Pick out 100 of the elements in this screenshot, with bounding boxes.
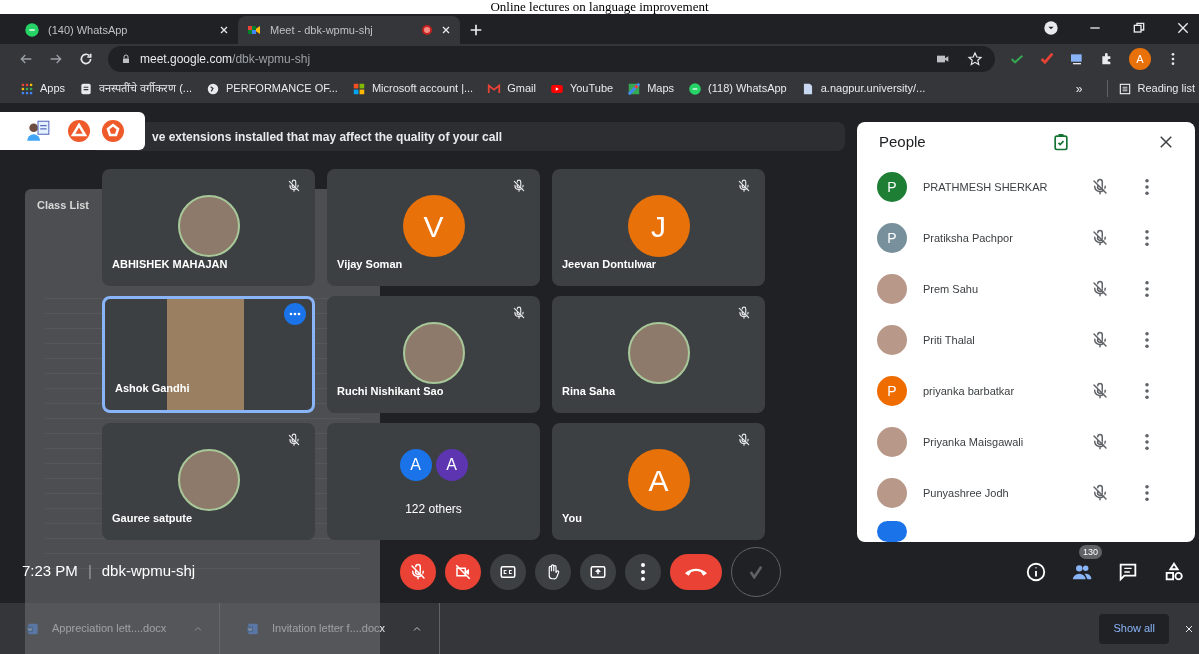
- bookmark-link[interactable]: Apps: [20, 80, 66, 97]
- more-icon[interactable]: [1145, 332, 1149, 349]
- avatar: P: [877, 172, 907, 203]
- participant-row[interactable]: P Pratiksha Pachpor: [857, 212, 1195, 264]
- participant-name: 122 others: [405, 501, 462, 518]
- mic-off-icon: [1091, 382, 1109, 401]
- tab-title: Meet - dbk-wpmu-shj: [270, 22, 374, 38]
- photo-placeholder: [877, 325, 907, 356]
- address-bar[interactable]: meet.google.com/dbk-wpmu-shj: [108, 46, 995, 72]
- attendance-icon[interactable]: [25, 118, 51, 144]
- windows-logo-icon: [351, 81, 366, 96]
- avatar: V: [402, 195, 465, 257]
- participant-name: Rina Saha: [562, 383, 616, 399]
- mic-off-icon: [1091, 280, 1109, 299]
- mail-icon: [487, 81, 502, 96]
- photo-placeholder: [877, 427, 907, 458]
- panel-title: Class List: [37, 198, 89, 213]
- photo-placeholder: [877, 478, 907, 509]
- mic-off-icon: [1091, 331, 1109, 350]
- browser-tab[interactable]: (140) WhatsApp: [16, 16, 238, 44]
- mic-off-icon: [1091, 178, 1109, 197]
- mic-off-icon: [1091, 484, 1109, 503]
- more-icon[interactable]: [1145, 281, 1149, 298]
- dropdown-icon[interactable]: [1043, 20, 1059, 36]
- activities-button[interactable]: [1163, 560, 1185, 583]
- participant-name: Pratiksha Pachpor: [923, 230, 1014, 246]
- more-icon[interactable]: [1145, 485, 1149, 502]
- checkmark-icon[interactable]: [1039, 51, 1055, 67]
- panel-title: People: [879, 131, 927, 152]
- bookmark-link[interactable]: Microsoft account |...: [351, 80, 474, 97]
- chat-bubble-icon: [24, 22, 40, 38]
- more-icon[interactable]: [1145, 179, 1149, 196]
- avatar: [877, 520, 907, 542]
- more-button[interactable]: [625, 553, 661, 590]
- reload-icon[interactable]: [78, 51, 94, 67]
- map-pin-icon: [627, 81, 642, 96]
- file-name: Appreciation lett....docx: [52, 621, 167, 637]
- more-icon[interactable]: [1145, 434, 1149, 451]
- reading-list-button[interactable]: Reading list: [1106, 80, 1195, 97]
- more-icon: [641, 562, 645, 581]
- participant-row[interactable]: Punyashree Jodh: [857, 467, 1195, 519]
- participant-name: priyanka barbatkar: [923, 383, 1016, 399]
- participant-name: Punyashree Jodh: [923, 485, 1010, 501]
- participant-name: Priyanka Maisgawali: [923, 434, 1025, 450]
- participant-row[interactable]: Prem Sahu: [857, 263, 1195, 315]
- participant-name: PRATHMESH SHERKAR: [923, 179, 1049, 195]
- mic-off-icon: [409, 562, 427, 581]
- more-icon[interactable]: [1145, 230, 1149, 247]
- bookmark-link[interactable]: वनस्पतींचे वर्गीकरण (...: [79, 80, 193, 97]
- bookmark-link[interactable]: Gmail: [487, 80, 536, 97]
- close-icon[interactable]: [218, 24, 230, 36]
- lock-icon: [120, 53, 132, 65]
- participant-name: ABHISHEK MAHAJAN: [112, 256, 228, 272]
- hand-button[interactable]: [535, 553, 571, 590]
- screen-icon[interactable]: [1069, 51, 1085, 67]
- participant-row[interactable]: P PRATHMESH SHERKAR: [857, 161, 1195, 213]
- participant-name: Prem Sahu: [923, 281, 980, 297]
- mic-button[interactable]: [400, 553, 436, 590]
- close-icon[interactable]: [1175, 20, 1191, 36]
- camera-off-icon: [454, 562, 472, 581]
- captions-button[interactable]: [490, 553, 526, 590]
- restore-icon[interactable]: [1131, 20, 1147, 36]
- mic-off-icon: [1091, 229, 1109, 248]
- close-icon[interactable]: [440, 24, 452, 36]
- bookmark-link[interactable]: Maps: [627, 80, 675, 97]
- avatar: A: [627, 449, 690, 511]
- separator-text: |: [87, 561, 92, 582]
- participant-row[interactable]: P priyanka barbatkar: [857, 365, 1195, 417]
- info-button[interactable]: [1025, 560, 1047, 583]
- more-bookmarks-button[interactable]: »: [1075, 79, 1083, 98]
- show-all-button[interactable]: Show all: [1099, 613, 1169, 644]
- star-icon[interactable]: [967, 51, 983, 67]
- avatar: J: [627, 195, 690, 257]
- bookmark-link[interactable]: a.nagpur.university/...: [800, 80, 926, 97]
- count-badge: 130: [1079, 544, 1103, 559]
- word-document-icon: [26, 621, 40, 636]
- hang-up-button[interactable]: [670, 553, 722, 590]
- info-icon: [1025, 560, 1047, 583]
- avatar: A: [435, 449, 468, 481]
- document-icon: [79, 81, 94, 96]
- list-icon: [1117, 81, 1132, 96]
- bookmark-link[interactable]: YouTube: [549, 80, 614, 97]
- more-icon[interactable]: [1145, 383, 1149, 400]
- bookmark-link[interactable]: PERFORMANCE OF...: [206, 80, 338, 97]
- participant-name: Ruchi Nishikant Sao: [337, 383, 444, 399]
- apps-grid-icon: [20, 81, 34, 96]
- more-options-button[interactable]: [284, 303, 306, 325]
- bookmark-link[interactable]: (118) WhatsApp: [688, 80, 787, 97]
- participant-row[interactable]: Priti Thalal: [857, 314, 1195, 366]
- browser-tab[interactable]: Meet - dbk-wpmu-shj: [238, 16, 460, 44]
- hang-up-icon: [685, 567, 707, 576]
- new-tab-icon[interactable]: [468, 22, 484, 38]
- participant-row[interactable]: Priyanka Maisgawali: [857, 416, 1195, 468]
- word-document-icon: [246, 621, 260, 636]
- clipboard-check-icon[interactable]: [1051, 131, 1071, 152]
- caption-text: Online lectures on language improvement: [489, 0, 710, 14]
- camera-button[interactable]: [445, 553, 481, 590]
- present-button[interactable]: [580, 553, 616, 590]
- meeting-code: dbk-wpmu-shj: [101, 561, 196, 582]
- avatar: P: [877, 376, 907, 407]
